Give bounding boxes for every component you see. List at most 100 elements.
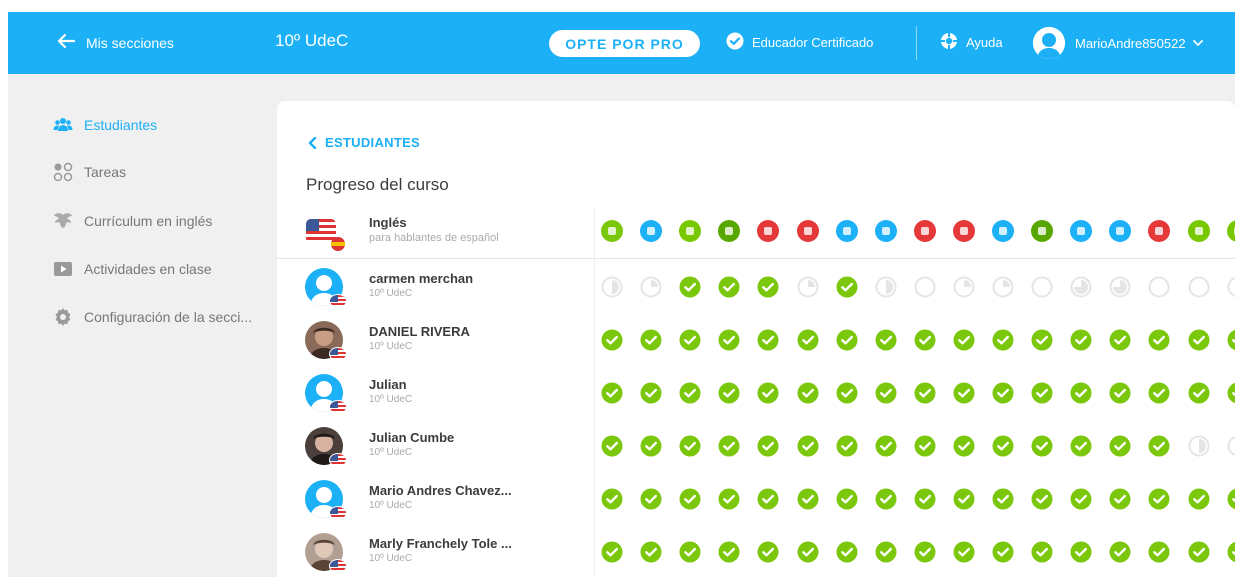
skill-icon[interactable] xyxy=(1109,220,1131,242)
completed-check-icon[interactable] xyxy=(679,382,701,404)
completed-check-icon[interactable] xyxy=(875,329,897,351)
completed-check-icon[interactable] xyxy=(601,435,623,457)
completed-check-icon[interactable] xyxy=(1070,382,1092,404)
completed-check-icon[interactable] xyxy=(718,382,740,404)
skill-icon[interactable] xyxy=(992,220,1014,242)
completed-check-icon[interactable] xyxy=(679,541,701,563)
completed-check-icon[interactable] xyxy=(679,488,701,510)
back-to-sections-link[interactable]: Mis secciones xyxy=(56,32,174,54)
completed-check-icon[interactable] xyxy=(875,435,897,457)
completed-check-icon[interactable] xyxy=(797,382,819,404)
progress-pie-icon[interactable] xyxy=(953,276,975,298)
completed-check-icon[interactable] xyxy=(992,382,1014,404)
completed-check-icon[interactable] xyxy=(640,382,662,404)
completed-check-icon[interactable] xyxy=(1109,329,1131,351)
completed-check-icon[interactable] xyxy=(679,276,701,298)
completed-check-icon[interactable] xyxy=(797,541,819,563)
completed-check-icon[interactable] xyxy=(1070,488,1092,510)
completed-check-icon[interactable] xyxy=(914,329,936,351)
completed-check-icon[interactable] xyxy=(757,435,779,457)
completed-check-icon[interactable] xyxy=(1227,329,1235,351)
progress-pie-icon[interactable] xyxy=(1070,276,1092,298)
completed-check-icon[interactable] xyxy=(601,488,623,510)
skill-icon[interactable] xyxy=(1031,220,1053,242)
completed-check-icon[interactable] xyxy=(1227,382,1235,404)
completed-check-icon[interactable] xyxy=(1188,382,1210,404)
student-row[interactable]: Julian 10º UdeC xyxy=(277,367,1235,419)
completed-check-icon[interactable] xyxy=(718,329,740,351)
skill-icon[interactable] xyxy=(718,220,740,242)
completed-check-icon[interactable] xyxy=(718,435,740,457)
completed-check-icon[interactable] xyxy=(601,541,623,563)
completed-check-icon[interactable] xyxy=(1227,541,1235,563)
completed-check-icon[interactable] xyxy=(992,488,1014,510)
go-pro-button[interactable]: OPTE POR PRO xyxy=(549,30,700,57)
completed-check-icon[interactable] xyxy=(1070,329,1092,351)
completed-check-icon[interactable] xyxy=(1148,435,1170,457)
skill-icon[interactable] xyxy=(1070,220,1092,242)
completed-check-icon[interactable] xyxy=(640,329,662,351)
completed-check-icon[interactable] xyxy=(797,435,819,457)
student-name[interactable]: Julian xyxy=(369,377,407,392)
skill-icon[interactable] xyxy=(679,220,701,242)
completed-check-icon[interactable] xyxy=(836,488,858,510)
completed-check-icon[interactable] xyxy=(875,382,897,404)
completed-check-icon[interactable] xyxy=(1031,435,1053,457)
completed-check-icon[interactable] xyxy=(1109,541,1131,563)
completed-check-icon[interactable] xyxy=(1188,329,1210,351)
completed-check-icon[interactable] xyxy=(1031,541,1053,563)
progress-pie-icon[interactable] xyxy=(1188,435,1210,457)
progress-pie-icon[interactable] xyxy=(1188,276,1210,298)
sidebar-item-curriculum[interactable]: Currículum en inglés xyxy=(52,210,212,232)
skill-icon[interactable] xyxy=(640,220,662,242)
skill-icon[interactable] xyxy=(797,220,819,242)
completed-check-icon[interactable] xyxy=(1148,329,1170,351)
completed-check-icon[interactable] xyxy=(914,541,936,563)
completed-check-icon[interactable] xyxy=(914,488,936,510)
completed-check-icon[interactable] xyxy=(953,541,975,563)
completed-check-icon[interactable] xyxy=(914,382,936,404)
completed-check-icon[interactable] xyxy=(992,329,1014,351)
completed-check-icon[interactable] xyxy=(1148,541,1170,563)
student-name[interactable]: Marly Franchely Tole ... xyxy=(369,536,512,551)
breadcrumb-students[interactable]: ESTUDIANTES xyxy=(307,135,420,150)
completed-check-icon[interactable] xyxy=(875,541,897,563)
progress-pie-icon[interactable] xyxy=(875,276,897,298)
completed-check-icon[interactable] xyxy=(1109,382,1131,404)
student-row[interactable]: Julian Cumbe 10º UdeC xyxy=(277,420,1235,472)
skill-icon[interactable] xyxy=(1227,220,1235,242)
completed-check-icon[interactable] xyxy=(718,276,740,298)
completed-check-icon[interactable] xyxy=(640,435,662,457)
completed-check-icon[interactable] xyxy=(640,488,662,510)
progress-pie-icon[interactable] xyxy=(1227,276,1235,298)
completed-check-icon[interactable] xyxy=(875,488,897,510)
completed-check-icon[interactable] xyxy=(1148,488,1170,510)
completed-check-icon[interactable] xyxy=(1109,435,1131,457)
completed-check-icon[interactable] xyxy=(757,276,779,298)
skill-icon[interactable] xyxy=(601,220,623,242)
completed-check-icon[interactable] xyxy=(914,435,936,457)
completed-check-icon[interactable] xyxy=(953,382,975,404)
progress-pie-icon[interactable] xyxy=(640,276,662,298)
completed-check-icon[interactable] xyxy=(1188,488,1210,510)
completed-check-icon[interactable] xyxy=(797,488,819,510)
skill-icon[interactable] xyxy=(953,220,975,242)
sidebar-item-section-settings[interactable]: Configuración de la secci... xyxy=(52,306,252,328)
completed-check-icon[interactable] xyxy=(1227,488,1235,510)
completed-check-icon[interactable] xyxy=(1031,329,1053,351)
completed-check-icon[interactable] xyxy=(757,541,779,563)
completed-check-icon[interactable] xyxy=(836,435,858,457)
student-name[interactable]: Julian Cumbe xyxy=(369,430,454,445)
completed-check-icon[interactable] xyxy=(1109,488,1131,510)
skill-icon[interactable] xyxy=(1148,220,1170,242)
completed-check-icon[interactable] xyxy=(836,276,858,298)
completed-check-icon[interactable] xyxy=(1070,435,1092,457)
student-name[interactable]: carmen merchan xyxy=(369,271,473,286)
completed-check-icon[interactable] xyxy=(640,541,662,563)
sidebar-item-students[interactable]: Estudiantes xyxy=(52,114,157,136)
completed-check-icon[interactable] xyxy=(1148,382,1170,404)
completed-check-icon[interactable] xyxy=(601,382,623,404)
completed-check-icon[interactable] xyxy=(718,541,740,563)
user-menu[interactable]: MarioAndre850522 xyxy=(1033,27,1204,59)
skill-icon[interactable] xyxy=(875,220,897,242)
